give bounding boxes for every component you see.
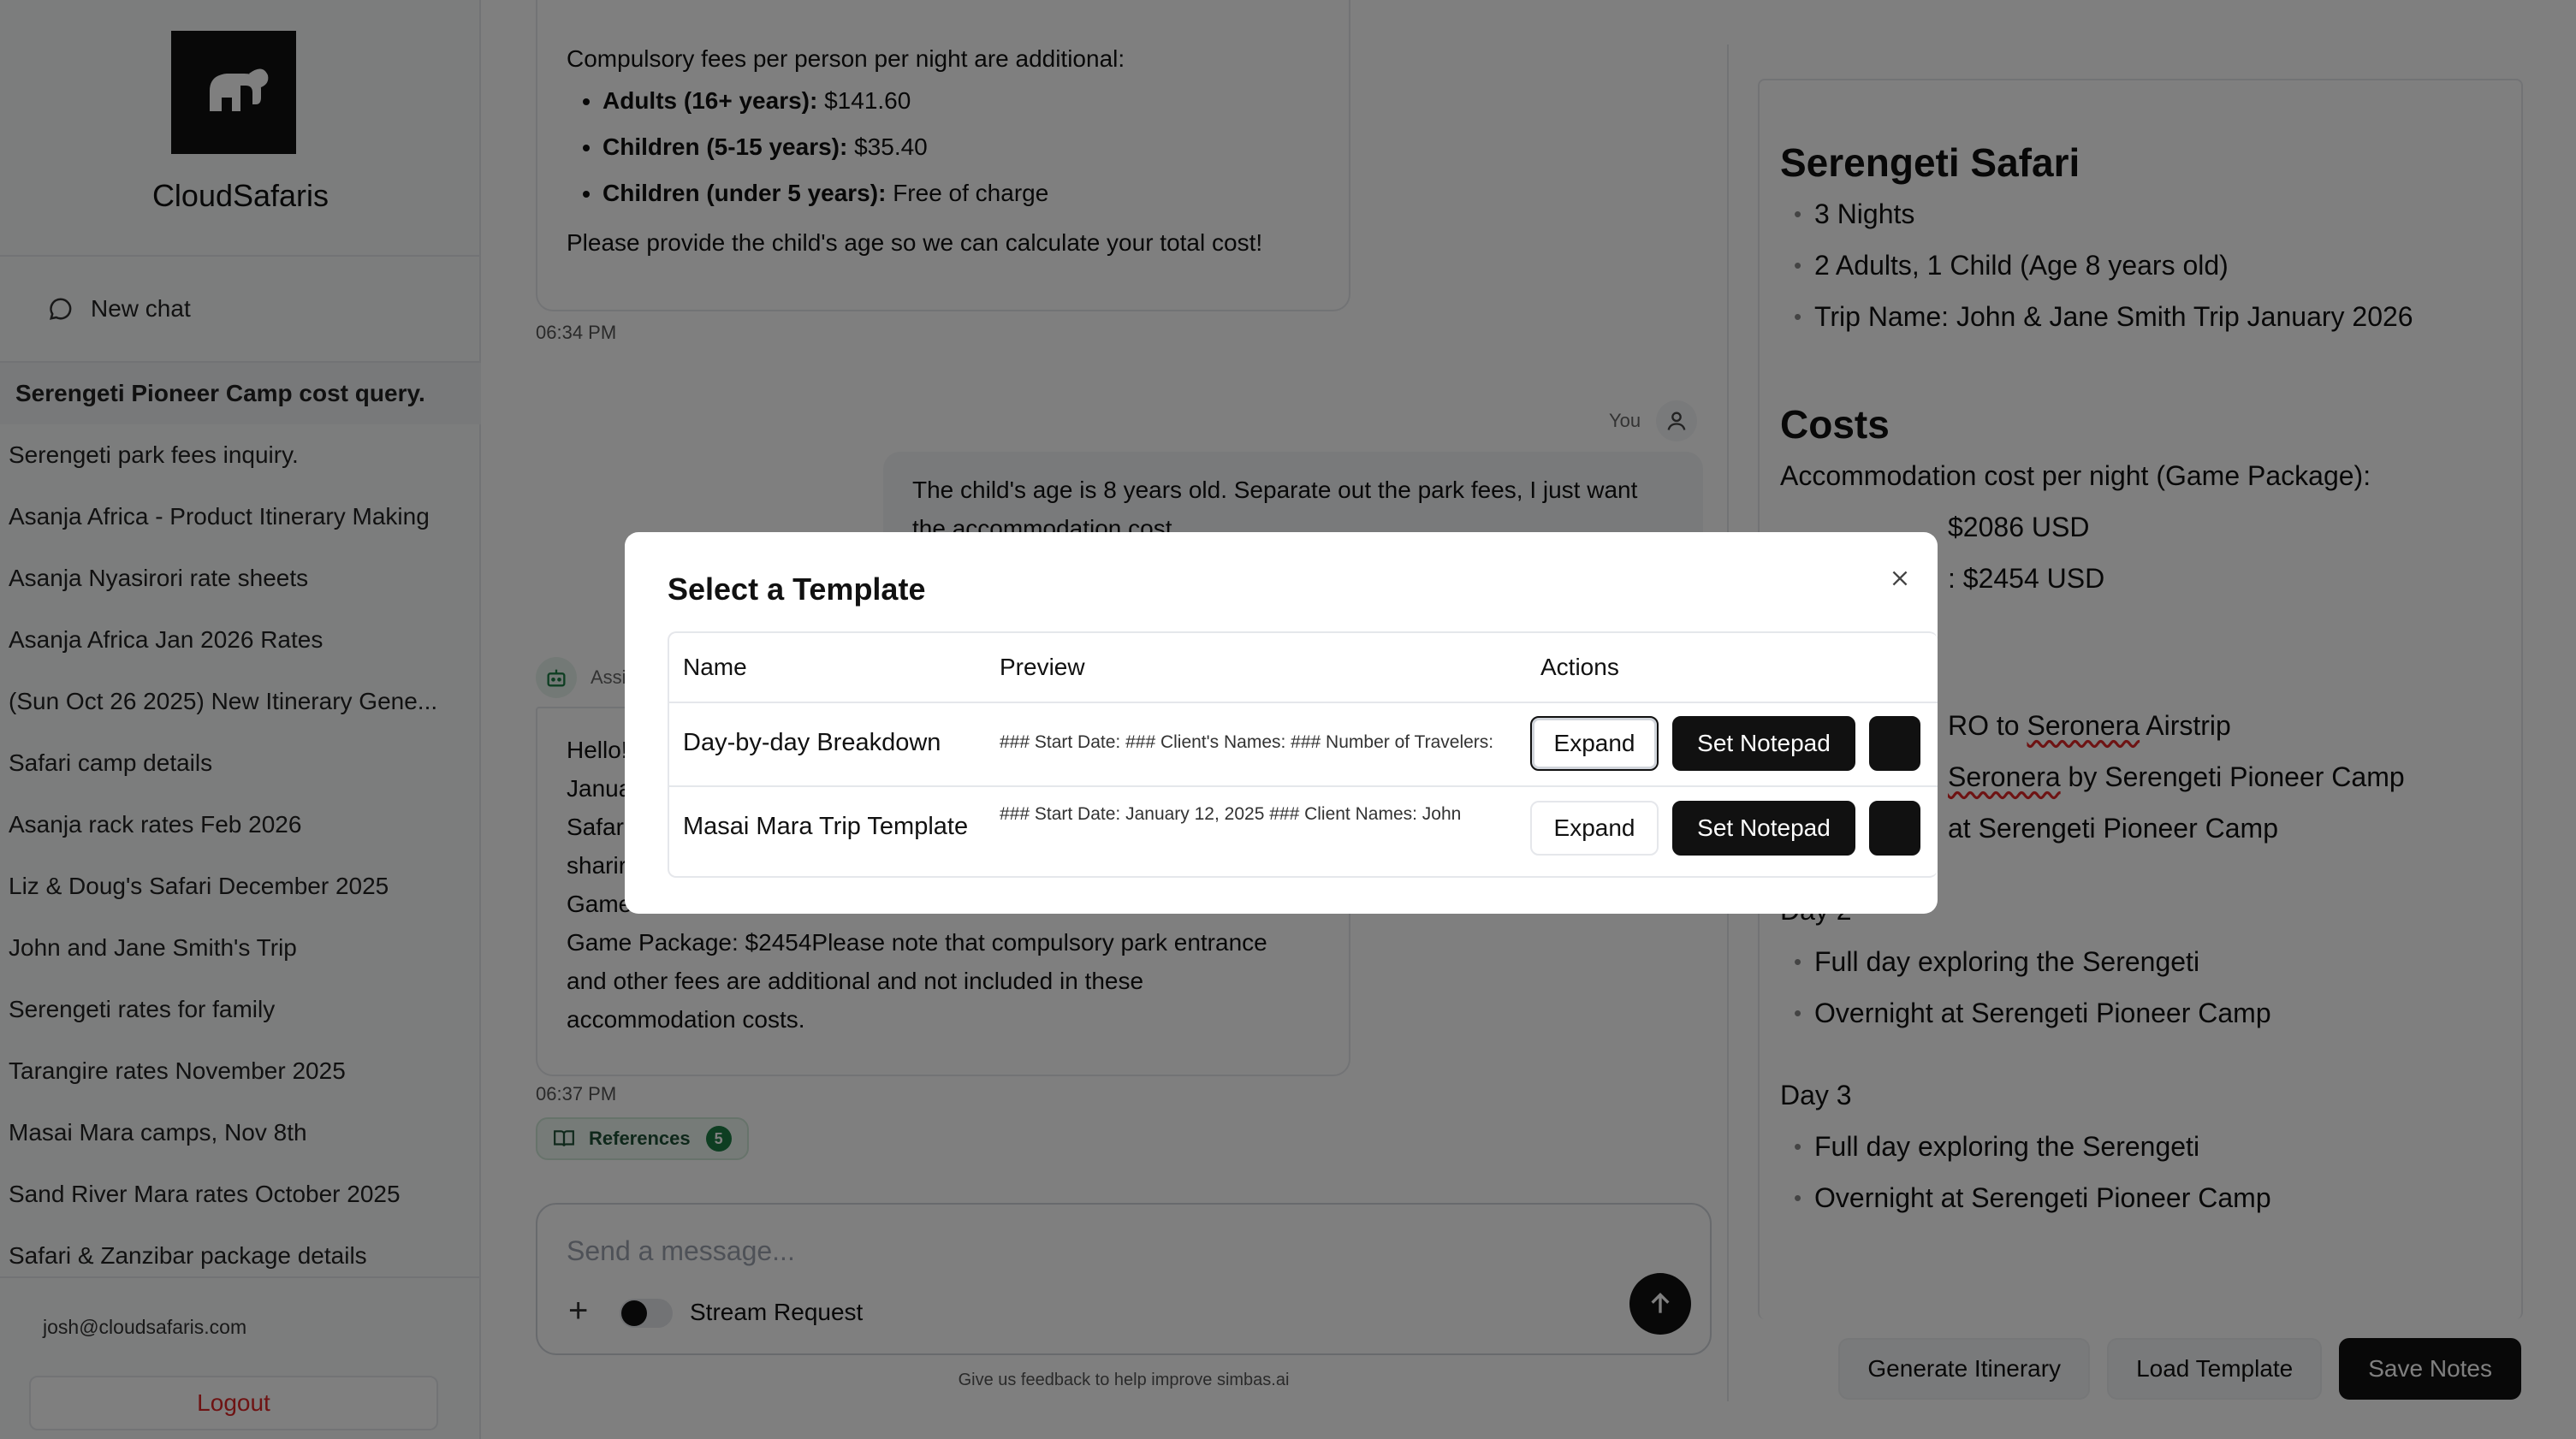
table-header: Name Preview Actions <box>669 633 1938 703</box>
expand-button[interactable]: Expand <box>1530 716 1659 771</box>
template-name: Masai Mara Trip Template <box>683 813 969 840</box>
set-notepad-button[interactable]: Set Notepad <box>1672 716 1855 771</box>
modal-title: Select a Template <box>668 571 926 607</box>
column-header-actions: Actions <box>1540 654 1619 680</box>
expand-button[interactable]: Expand <box>1530 801 1659 856</box>
column-header-preview: Preview <box>1000 654 1085 680</box>
row-actions: Expand Set Notepad <box>1530 801 1920 856</box>
template-preview: ### Start Date: ### Client's Names: ### … <box>1000 732 1494 752</box>
more-action-button[interactable] <box>1869 801 1920 856</box>
set-notepad-button[interactable]: Set Notepad <box>1672 801 1855 856</box>
app-root: CloudSafaris New chat Serengeti Pioneer … <box>0 0 2576 1439</box>
template-name: Day-by-day Breakdown <box>683 729 941 756</box>
row-actions: Expand Set Notepad <box>1530 716 1920 771</box>
template-table: Name Preview Actions Day-by-day Breakdow… <box>668 631 1938 878</box>
close-icon[interactable] <box>1883 561 1917 595</box>
table-row: Masai Mara Trip Template ### Start Date:… <box>669 787 1938 873</box>
template-preview: ### Start Date: January 12, 2025 ### Cli… <box>1000 804 1462 824</box>
select-template-modal: Select a Template Name Preview Actions D… <box>625 532 1938 914</box>
table-row: Day-by-day Breakdown ### Start Date: ###… <box>669 703 1938 787</box>
more-action-button[interactable] <box>1869 716 1920 771</box>
column-header-name: Name <box>683 654 747 680</box>
